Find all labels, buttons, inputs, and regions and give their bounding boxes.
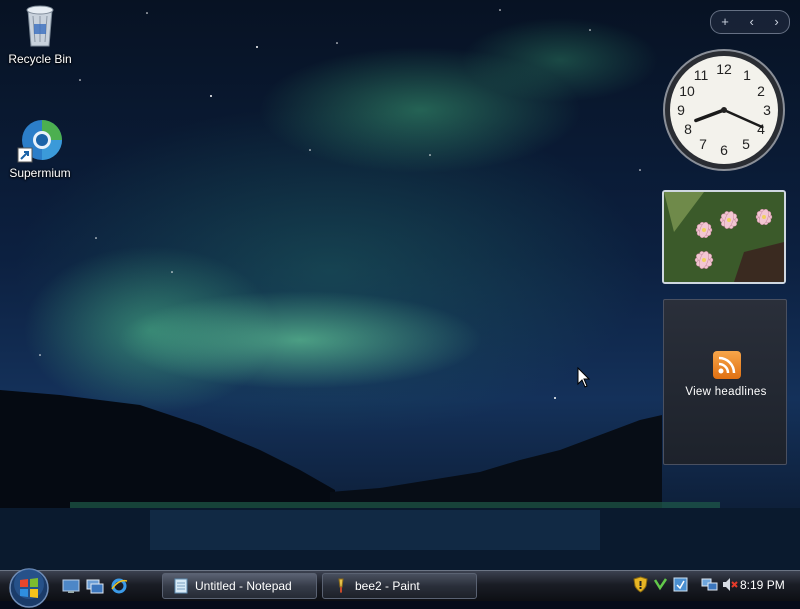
notepad-icon (174, 578, 188, 594)
clock-number-11: 11 (694, 67, 709, 83)
clock-number-10: 10 (679, 83, 695, 99)
paint-task-label: bee2 - Paint (355, 579, 420, 593)
clock-number-12: 12 (716, 61, 732, 77)
flower-photo (664, 192, 784, 282)
clock-number-3: 3 (763, 102, 771, 118)
supermium-browser-icon (17, 120, 62, 163)
clock-number-6: 6 (720, 142, 728, 158)
switch-windows-icon[interactable] (86, 577, 104, 595)
recycle-bin-label: Recycle Bin (8, 52, 72, 66)
clock-number-9: 9 (677, 102, 685, 118)
volume-muted-icon[interactable] (721, 576, 738, 593)
internet-explorer-icon[interactable] (110, 577, 128, 595)
network-connection-icon[interactable] (701, 576, 718, 593)
taskbar: Untitled - Notepad bee2 - Paint 8:19 PM (0, 568, 800, 608)
supermium-label: Supermium (9, 166, 71, 180)
sidebar-controls: + ‹ › (710, 10, 790, 34)
clock-number-2: 2 (757, 83, 765, 99)
mouse-cursor-icon (577, 367, 591, 388)
windows-start-orb-icon[interactable] (8, 567, 50, 609)
recycle-bin-icon (26, 5, 54, 47)
add-gadget-button[interactable]: + (721, 12, 729, 32)
clock-number-5: 5 (742, 136, 750, 152)
quick-launch (62, 577, 128, 595)
desktop-icon-recycle-bin[interactable]: Recycle Bin (0, 2, 80, 66)
clock-number-4: 4 (757, 121, 765, 137)
notification-area (632, 576, 738, 593)
taskbar-button-paint[interactable]: bee2 - Paint (322, 573, 477, 599)
next-gadgets-button[interactable]: › (774, 12, 778, 32)
clock-gadget[interactable]: 12 1 2 3 4 5 6 7 8 9 10 11 (662, 48, 787, 173)
show-desktop-icon[interactable] (62, 577, 80, 595)
taskbar-button-notepad[interactable]: Untitled - Notepad (162, 573, 317, 599)
rss-icon (713, 351, 741, 379)
slideshow-gadget[interactable] (662, 190, 786, 284)
taskbar-clock[interactable]: 8:19 PM (740, 578, 785, 592)
desktop-icon-supermium[interactable]: Supermium (0, 118, 80, 180)
security-shield-icon[interactable] (632, 576, 649, 593)
view-headlines-link[interactable]: View headlines (664, 386, 788, 398)
clock-number-1: 1 (743, 67, 751, 83)
previous-gadgets-button[interactable]: ‹ (749, 12, 753, 32)
paint-icon (338, 578, 344, 593)
notepad-task-label: Untitled - Notepad (195, 579, 292, 593)
clock-number-7: 7 (699, 136, 707, 152)
feed-headlines-gadget[interactable]: View headlines (663, 299, 787, 465)
network-icon[interactable] (652, 576, 669, 593)
windows-update-icon[interactable] (672, 576, 689, 593)
clock-number-8: 8 (684, 121, 692, 137)
